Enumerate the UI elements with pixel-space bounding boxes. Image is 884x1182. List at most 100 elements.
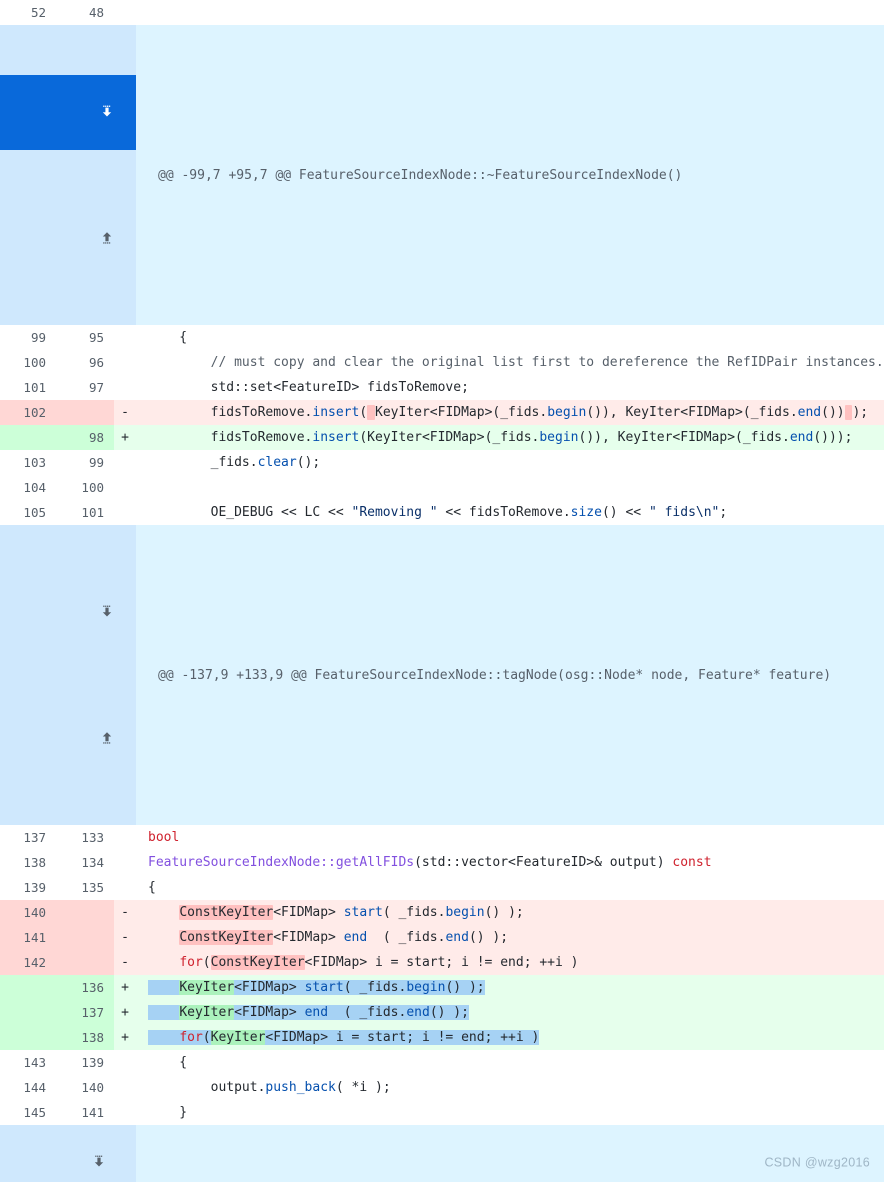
line-number-new[interactable] [56,925,114,950]
code-line[interactable]: { [136,875,884,900]
code-line[interactable]: std::set<FeatureID> fidsToRemove; [136,375,884,400]
code-line[interactable] [136,475,884,500]
line-number-new[interactable]: 135 [56,875,114,900]
chevron-down-expand-icon [0,1155,136,1171]
code-line[interactable]: fidsToRemove.insert( KeyIter<FIDMap>(_fi… [136,400,884,425]
line-number-new[interactable]: 140 [56,1075,114,1100]
diff-viewer: 52 48 @@ -99,7 +95,7 @@ FeatureSourceInd… [0,0,884,1182]
diff-row-context: 145 141 } [0,1100,884,1125]
line-number-old[interactable]: 141 [0,925,56,950]
chevron-up-expand-icon [0,230,136,246]
line-number-new[interactable]: 48 [56,0,114,25]
diff-row-deletion: 141 - ConstKeyIter<FIDMap> end ( _fids.e… [0,925,884,950]
diff-row-deletion: 140 - ConstKeyIter<FIDMap> start( _fids.… [0,900,884,925]
expand-down-button[interactable] [0,1125,136,1182]
diff-marker [114,350,136,375]
diff-marker [114,450,136,475]
footer-cell: CSDN @wzg2016 [136,1125,884,1182]
line-number-new[interactable]: 101 [56,500,114,525]
code-line[interactable] [136,0,884,25]
code-line[interactable]: { [136,325,884,350]
line-number-new[interactable] [56,950,114,975]
code-line[interactable]: KeyIter<FIDMap> start( _fids.begin() ); [136,975,884,1000]
chevron-down-expand-icon [0,605,136,621]
code-line[interactable]: output.push_back( *i ); [136,1075,884,1100]
line-number-old[interactable]: 142 [0,950,56,975]
diff-row-context: 137 133 bool [0,825,884,850]
hunk-header: @@ -137,9 +133,9 @@ FeatureSourceIndexNo… [136,525,884,825]
code-line[interactable]: KeyIter<FIDMap> end ( _fids.end() ); [136,1000,884,1025]
diff-row-context: 105 101 OE_DEBUG << LC << "Removing " <<… [0,500,884,525]
line-number-old[interactable] [0,425,56,450]
line-number-new[interactable]: 139 [56,1050,114,1075]
line-number-new[interactable]: 97 [56,375,114,400]
line-number-old[interactable]: 105 [0,500,56,525]
line-number-new[interactable]: 138 [56,1025,114,1050]
line-number-new[interactable]: 134 [56,850,114,875]
line-number-old[interactable]: 103 [0,450,56,475]
diff-row-hunk: @@ -99,7 +95,7 @@ FeatureSourceIndexNode… [0,25,884,325]
line-number-old[interactable]: 138 [0,850,56,875]
code-line[interactable]: ConstKeyIter<FIDMap> start( _fids.begin(… [136,900,884,925]
diff-marker: + [114,1025,136,1050]
line-number-old[interactable]: 104 [0,475,56,500]
line-number-new[interactable]: 99 [56,450,114,475]
code-line[interactable]: _fids.clear(); [136,450,884,475]
line-number-old[interactable]: 144 [0,1075,56,1100]
expand-hunk-button[interactable] [0,525,136,825]
line-number-old[interactable]: 139 [0,875,56,900]
diff-marker [114,825,136,850]
diff-marker: + [114,975,136,1000]
chevron-up-expand-icon [0,730,136,746]
line-number-new[interactable]: 136 [56,975,114,1000]
line-number-old[interactable] [0,975,56,1000]
code-line[interactable]: for(ConstKeyIter<FIDMap> i = start; i !=… [136,950,884,975]
line-number-old[interactable]: 140 [0,900,56,925]
code-line[interactable]: // must copy and clear the original list… [136,350,884,375]
diff-row-footer: CSDN @wzg2016 [0,1125,884,1182]
code-line[interactable]: bool [136,825,884,850]
line-number-old[interactable]: 137 [0,825,56,850]
line-number-new[interactable] [56,400,114,425]
diff-marker: - [114,950,136,975]
expand-up-half[interactable] [0,200,136,275]
line-number-old[interactable]: 145 [0,1100,56,1125]
code-line[interactable]: ConstKeyIter<FIDMap> end ( _fids.end() )… [136,925,884,950]
code-line[interactable]: } [136,1100,884,1125]
diff-marker [114,1075,136,1100]
line-number-old[interactable] [0,1025,56,1050]
line-number-new[interactable]: 96 [56,350,114,375]
line-number-old[interactable]: 99 [0,325,56,350]
line-number-old[interactable]: 102 [0,400,56,425]
watermark: CSDN @wzg2016 [764,1155,870,1169]
code-line[interactable]: { [136,1050,884,1075]
diff-row-context: 101 97 std::set<FeatureID> fidsToRemove; [0,375,884,400]
expand-down-half[interactable] [0,75,136,150]
line-number-old[interactable] [0,1000,56,1025]
diff-row-context: 144 140 output.push_back( *i ); [0,1075,884,1100]
line-number-new[interactable]: 95 [56,325,114,350]
expand-up-half[interactable] [0,700,136,775]
line-number-new[interactable]: 137 [56,1000,114,1025]
diff-marker [114,1100,136,1125]
diff-row-addition: 137 + KeyIter<FIDMap> end ( _fids.end() … [0,1000,884,1025]
line-number-old[interactable]: 101 [0,375,56,400]
expand-down-half[interactable] [0,575,136,650]
code-line[interactable]: OE_DEBUG << LC << "Removing " << fidsToR… [136,500,884,525]
line-number-old[interactable]: 100 [0,350,56,375]
expand-hunk-button[interactable] [0,25,136,325]
code-line[interactable]: FeatureSourceIndexNode::getAllFIDs(std::… [136,850,884,875]
line-number-new[interactable]: 98 [56,425,114,450]
hunk-header: @@ -99,7 +95,7 @@ FeatureSourceIndexNode… [136,25,884,325]
line-number-old[interactable]: 52 [0,0,56,25]
code-line[interactable]: fidsToRemove.insert(KeyIter<FIDMap>(_fid… [136,425,884,450]
diff-row-context: 103 99 _fids.clear(); [0,450,884,475]
line-number-new[interactable] [56,900,114,925]
line-number-new[interactable]: 141 [56,1100,114,1125]
line-number-new[interactable]: 133 [56,825,114,850]
diff-marker: - [114,925,136,950]
diff-row-context: 52 48 [0,0,884,25]
line-number-new[interactable]: 100 [56,475,114,500]
line-number-old[interactable]: 143 [0,1050,56,1075]
code-line[interactable]: for(KeyIter<FIDMap> i = start; i != end;… [136,1025,884,1050]
